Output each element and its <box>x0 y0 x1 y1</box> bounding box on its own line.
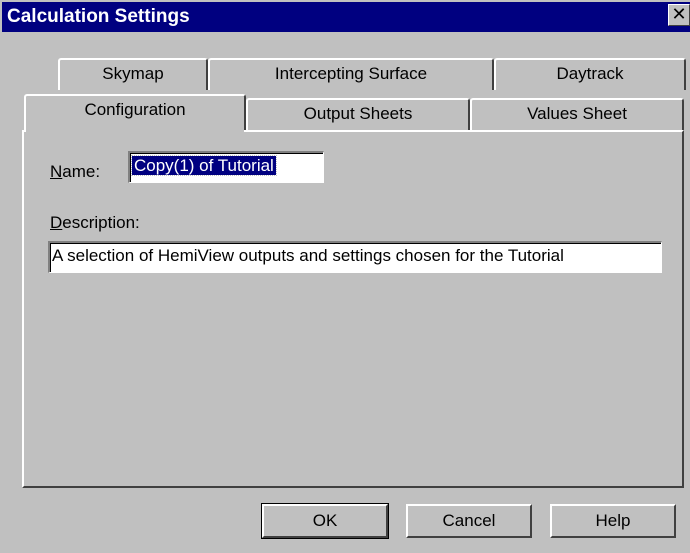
tab-configuration[interactable]: Configuration <box>24 94 246 130</box>
cancel-button[interactable]: Cancel <box>406 504 532 538</box>
dialog-title: Calculation Settings <box>7 6 190 27</box>
help-button[interactable]: Help <box>550 504 676 538</box>
tab-label: Skymap <box>102 64 164 83</box>
tab-label: Configuration <box>84 100 186 119</box>
tab-intercepting-surface[interactable]: Intercepting Surface <box>208 58 494 90</box>
tab-skymap[interactable]: Skymap <box>58 58 208 90</box>
name-label: Name: <box>50 162 101 181</box>
tab-label: Output Sheets <box>303 104 413 123</box>
name-field[interactable]: Copy(1) of Tutorial <box>128 151 324 183</box>
tab-label: Daytrack <box>556 64 624 83</box>
description-label: Description: <box>50 213 140 232</box>
configuration-panel <box>22 130 684 488</box>
tab-label: Intercepting Surface <box>274 64 428 83</box>
tab-label: Values Sheet <box>527 104 627 123</box>
tab-daytrack[interactable]: Daytrack <box>494 58 686 90</box>
selected-tab-joint <box>26 128 244 134</box>
description-field[interactable]: A selection of HemiView outputs and sett… <box>48 241 662 273</box>
description-field-value: A selection of HemiView outputs and sett… <box>52 246 564 265</box>
tab-output-sheets[interactable]: Output Sheets <box>246 98 470 130</box>
tab-values-sheet[interactable]: Values Sheet <box>470 98 684 130</box>
name-field-value: Copy(1) of Tutorial <box>131 155 277 176</box>
close-icon[interactable]: ✕ <box>668 4 690 26</box>
title-bar[interactable]: Calculation Settings <box>2 2 690 32</box>
ok-button[interactable]: OK <box>261 503 389 539</box>
calculation-settings-dialog: Calculation Settings ✕ Skymap Intercepti… <box>0 0 690 553</box>
